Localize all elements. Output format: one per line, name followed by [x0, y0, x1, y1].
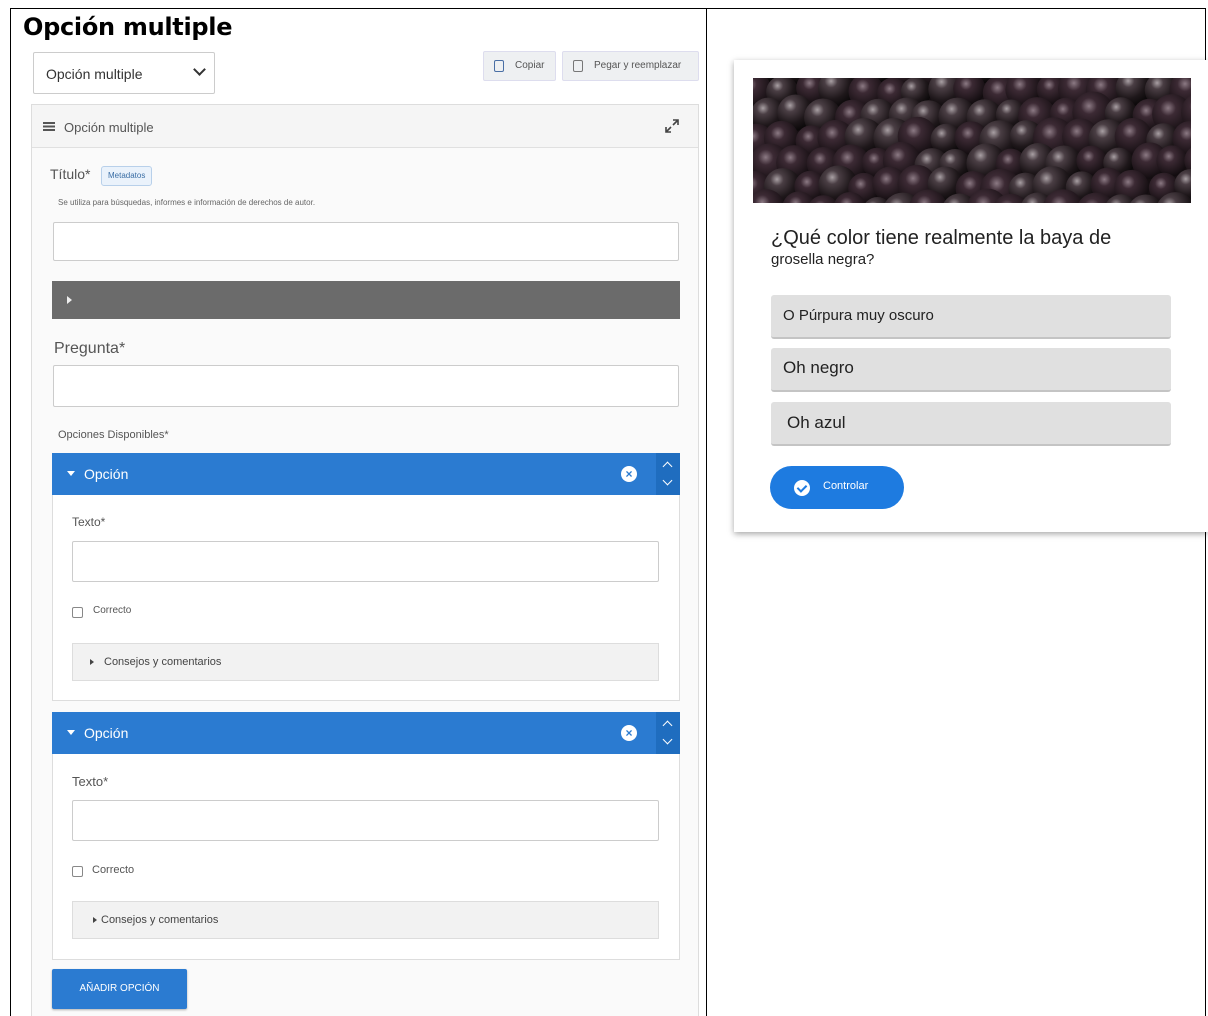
content-type-select[interactable]: Opción multiple [33, 52, 215, 94]
check-label: Controlar [823, 480, 869, 492]
question-line-1: ¿Qué color tiene realmente la baya de [771, 227, 1112, 249]
answer-option[interactable]: Oh azul [771, 402, 1171, 446]
panel-title: Opción multiple [64, 120, 154, 135]
reorder-control[interactable] [656, 712, 680, 754]
title-label: Título* [50, 166, 91, 182]
page-title: Opción multiple [23, 13, 233, 41]
chevron-up-icon[interactable] [662, 461, 673, 472]
answer-label: Oh azul [787, 413, 846, 432]
remove-option-icon[interactable]: × [621, 725, 637, 741]
content-type-value: Opción multiple [46, 66, 143, 82]
editor-panel-header: Opción multiple [32, 105, 698, 148]
chevron-up-icon[interactable] [662, 720, 673, 731]
tips-feedback-toggle[interactable]: Consejos y comentarios [72, 901, 659, 939]
caret-right-icon [90, 659, 94, 665]
answer-label: O Púrpura muy oscuro [783, 307, 934, 324]
column-divider [706, 8, 707, 46]
berries-image [753, 78, 1191, 203]
option-text-input[interactable] [72, 800, 659, 841]
caret-right-icon [93, 917, 97, 923]
metadata-button[interactable]: Metadatos [101, 166, 153, 186]
media-section-toggle[interactable] [52, 281, 680, 319]
copy-button[interactable]: Copiar [483, 51, 556, 81]
check-circle-icon [794, 480, 810, 496]
title-help-text: Se utiliza para búsquedas, informes e in… [58, 198, 316, 207]
tips-feedback-toggle[interactable]: Consejos y comentarios [72, 643, 659, 681]
title-input[interactable] [53, 222, 679, 261]
tips-label: Consejos y comentarios [101, 914, 219, 926]
options-label: Opciones Disponibles* [58, 429, 169, 441]
answer-option[interactable]: Oh negro [771, 348, 1171, 392]
paste-replace-button[interactable]: Pegar y reemplazar [562, 51, 699, 81]
tips-label: Consejos y comentarios [104, 656, 222, 668]
correct-label: Correcto [93, 605, 132, 616]
caret-right-icon [67, 296, 72, 304]
option-text-label: Texto* [72, 515, 106, 529]
copy-icon [494, 60, 504, 72]
question-label: Pregunta* [54, 340, 126, 357]
check-button[interactable]: Controlar [770, 466, 904, 509]
chevron-down-icon[interactable] [662, 475, 673, 486]
preview-question: ¿Qué color tiene realmente la baya de gr… [771, 227, 1111, 271]
chevron-down-icon [193, 63, 206, 76]
correct-label: Correcto [92, 864, 135, 876]
column-divider [706, 46, 707, 1016]
question-line-2: grosella negra? [771, 251, 875, 268]
answer-option[interactable]: O Púrpura muy oscuro [771, 295, 1171, 339]
option-text-label: Texto* [72, 774, 109, 789]
caret-down-icon [67, 471, 75, 476]
chevron-down-icon[interactable] [662, 734, 673, 745]
caret-down-icon [67, 730, 75, 735]
option-header-label: Opción [84, 466, 129, 482]
option-header[interactable]: Opción × [52, 453, 680, 495]
option-header[interactable]: Opción × [52, 712, 680, 754]
option-header-label: Opción [84, 725, 129, 741]
clipboard-icon [573, 60, 583, 72]
list-icon [43, 122, 55, 131]
correct-checkbox[interactable] [72, 607, 83, 618]
question-input[interactable] [53, 365, 679, 407]
option-text-input[interactable] [72, 541, 659, 582]
add-option-button[interactable]: AÑADIR OPCIÓN [52, 969, 187, 1009]
berries-photo [753, 78, 1191, 203]
fullscreen-icon[interactable] [664, 118, 680, 134]
reorder-control[interactable] [656, 453, 680, 495]
paste-label: Pegar y reemplazar [594, 60, 682, 71]
answer-label: Oh negro [783, 358, 854, 377]
copy-label: Copiar [515, 60, 545, 71]
remove-option-icon[interactable]: × [621, 466, 637, 482]
correct-checkbox[interactable] [72, 866, 83, 877]
